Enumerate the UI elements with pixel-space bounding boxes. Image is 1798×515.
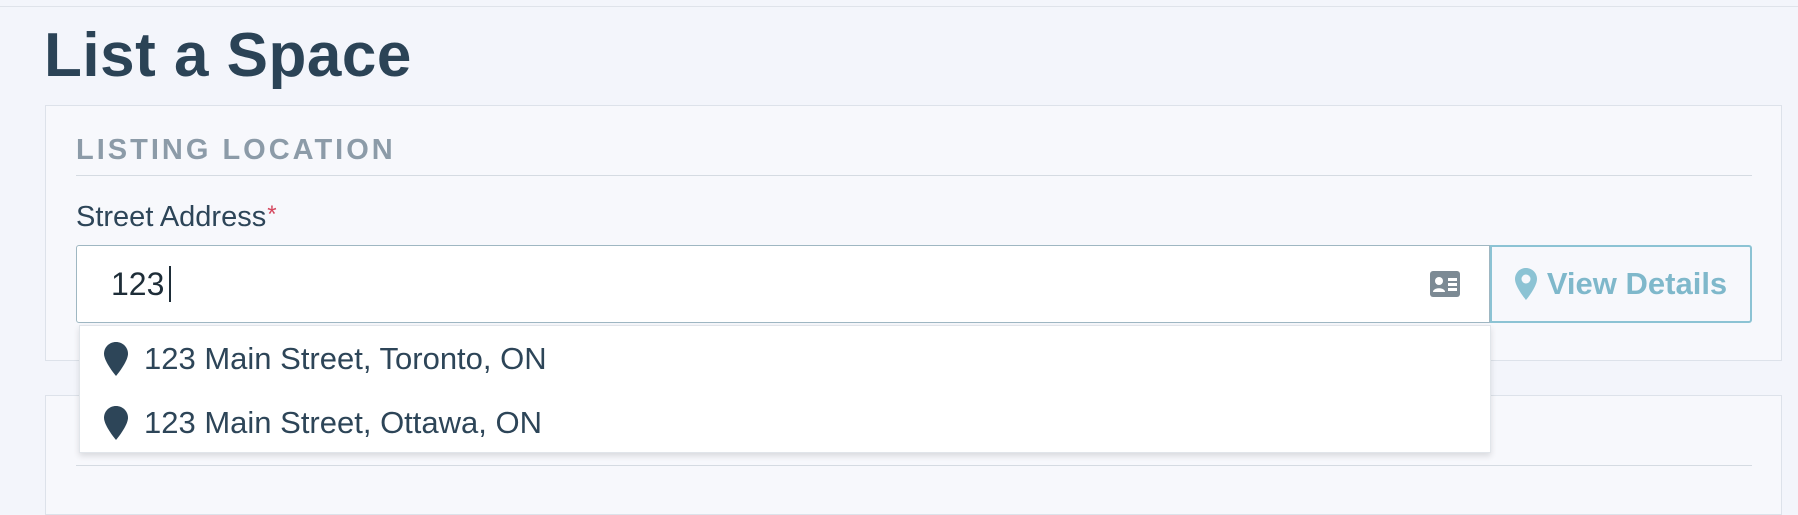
required-marker: * xyxy=(267,201,277,228)
map-pin-icon xyxy=(1514,268,1537,300)
street-address-label: Street Address* xyxy=(76,201,277,234)
street-address-field[interactable] xyxy=(76,245,1490,323)
address-suggestions-dropdown: 123 Main Street, Toronto, ON 123 Main St… xyxy=(79,325,1491,453)
text-cursor xyxy=(169,266,171,302)
page-title: List a Space xyxy=(44,21,412,90)
section-divider xyxy=(76,175,1752,176)
map-pin-icon xyxy=(104,342,128,376)
view-details-label: View Details xyxy=(1546,266,1728,301)
suggestion-text: 123 Main Street, Ottawa, ON xyxy=(144,405,543,440)
suggestion-item[interactable]: 123 Main Street, Ottawa, ON xyxy=(80,392,1490,454)
view-details-button[interactable]: View Details xyxy=(1490,245,1752,323)
street-address-label-text: Street Address xyxy=(76,201,267,233)
section-divider xyxy=(76,465,1752,466)
listing-location-card: Listing Location Street Address* View De… xyxy=(45,105,1782,361)
section-heading: Listing Location xyxy=(76,134,396,166)
suggestion-item[interactable]: 123 Main Street, Toronto, ON xyxy=(80,328,1490,390)
suggestion-text: 123 Main Street, Toronto, ON xyxy=(144,341,547,376)
contact-card-icon[interactable] xyxy=(1429,270,1461,298)
map-pin-icon xyxy=(104,406,128,440)
top-divider xyxy=(0,6,1798,7)
street-address-input[interactable] xyxy=(111,256,1391,312)
